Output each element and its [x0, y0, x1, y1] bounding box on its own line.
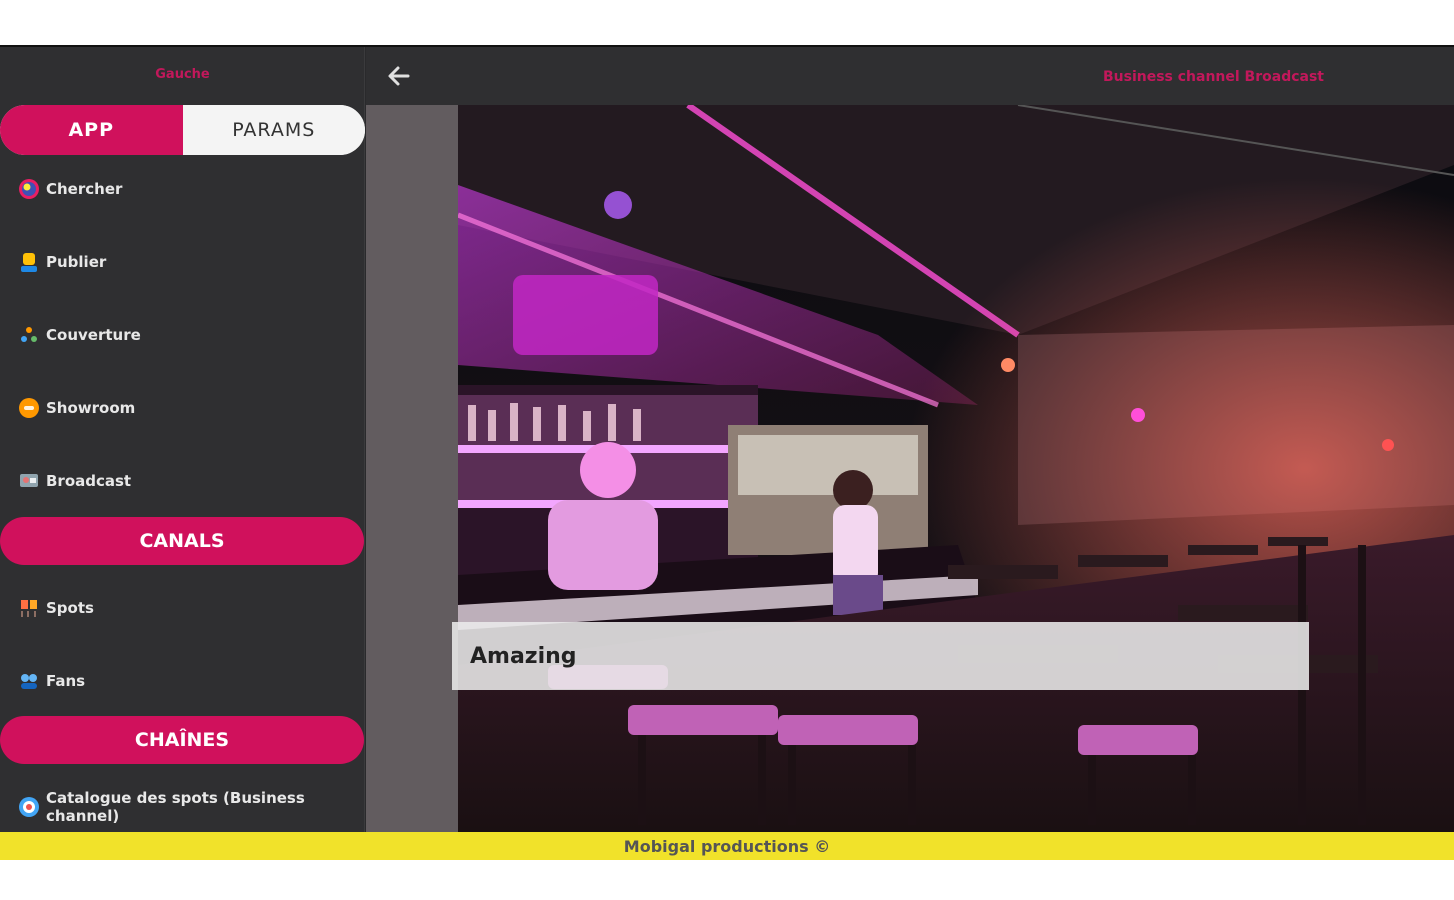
arrow-left-icon — [388, 66, 410, 86]
coverage-icon — [18, 324, 40, 346]
sidebar-item-label: Catalogue des spots (Business channel) — [46, 789, 305, 825]
sidebar-item-label: Showroom — [46, 399, 136, 417]
top-bar: Business channel Broadcast — [366, 47, 1454, 105]
back-button[interactable] — [384, 61, 414, 91]
sidebar-item-label: Chercher — [46, 180, 123, 198]
spots-icon — [18, 597, 40, 619]
sidebar-item-chercher[interactable]: Chercher — [18, 175, 122, 203]
content-left-margin — [366, 105, 458, 832]
sidebar-item-catalogue[interactable]: Catalogue des spots (Business channel) — [18, 789, 364, 825]
bar-photo[interactable] — [458, 105, 1454, 832]
publisher-icon — [18, 251, 40, 273]
sidebar-item-label: Couverture — [46, 326, 141, 344]
image-caption: Amazing — [452, 622, 1309, 690]
sidebar-item-spots[interactable]: Spots — [18, 594, 94, 622]
sidebar-item-broadcast[interactable]: Broadcast — [18, 467, 131, 495]
section-header-canals: CANALS — [0, 517, 364, 565]
search-globe-icon — [18, 178, 40, 200]
sidebar: Gauche APP PARAMS Chercher Publier Couve… — [0, 47, 365, 832]
footer-bar: Mobigal productions © — [0, 832, 1454, 860]
section-header-chaines: CHAÎNES — [0, 716, 364, 764]
sidebar-item-label: Fans — [46, 672, 86, 690]
sidebar-item-couverture[interactable]: Couverture — [18, 321, 141, 349]
caption-text: Amazing — [470, 643, 577, 669]
page-title: Business channel Broadcast — [1102, 69, 1324, 85]
sidebar-tab-switch: APP PARAMS — [0, 105, 365, 155]
broadcast-icon — [18, 470, 40, 492]
catalogue-icon — [18, 796, 40, 818]
tab-params[interactable]: PARAMS — [182, 105, 365, 155]
showroom-icon — [18, 397, 40, 419]
sidebar-item-label: Broadcast — [46, 472, 132, 490]
sidebar-item-publier[interactable]: Publier — [18, 248, 106, 276]
sidebar-item-showroom[interactable]: Showroom — [18, 394, 135, 422]
sidebar-title: Gauche — [155, 67, 210, 82]
tab-app[interactable]: APP — [0, 105, 183, 155]
sidebar-item-label: Spots — [46, 599, 94, 617]
sidebar-item-fans[interactable]: Fans — [18, 667, 85, 695]
fans-icon — [18, 670, 40, 692]
sidebar-item-label: Publier — [46, 253, 107, 271]
